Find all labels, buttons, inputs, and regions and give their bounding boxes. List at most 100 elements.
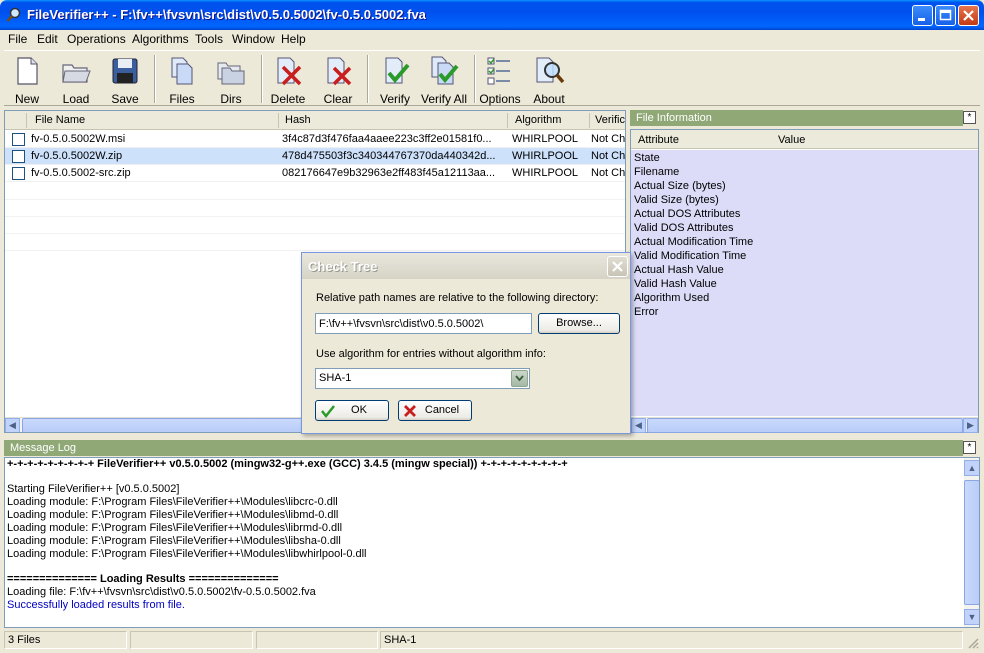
- algorithm-cell: WHIRLPOOL: [512, 133, 579, 145]
- load-button[interactable]: Load: [57, 53, 95, 106]
- toolbar-separator: [261, 55, 263, 103]
- column-algorithm[interactable]: Algorithm: [515, 114, 561, 126]
- attribute-actual-hash: Actual Hash Value: [634, 264, 724, 276]
- file-information-body: State Filename Actual Size (bytes) Valid…: [631, 150, 978, 416]
- scroll-thumb[interactable]: [964, 480, 979, 605]
- column-hash[interactable]: Hash: [285, 114, 311, 126]
- row-checkbox[interactable]: [12, 167, 25, 180]
- row-checkbox[interactable]: [12, 150, 25, 163]
- attribute-algorithm-used: Algorithm Used: [634, 292, 710, 304]
- path-label: Relative path names are relative to the …: [316, 292, 599, 304]
- attribute-filename: Filename: [634, 166, 680, 178]
- menu-file[interactable]: File: [8, 32, 27, 46]
- column-attribute[interactable]: Attribute: [638, 134, 679, 146]
- toolbar-separator: [154, 55, 156, 103]
- floppy-disk-icon: [112, 58, 138, 84]
- menu-tools[interactable]: Tools: [195, 32, 223, 46]
- toolbar-separator: [474, 55, 476, 103]
- table-row[interactable]: fv-0.5.0.5002-src.zip 082176647e9b32963e…: [5, 165, 625, 182]
- verify-check-icon: [385, 57, 410, 84]
- file-name-cell: fv-0.5.0.5002W.zip: [31, 150, 123, 162]
- message-log-vertical-scrollbar[interactable]: ▲ ▼: [964, 458, 979, 627]
- log-line: Loading module: F:\Program Files\FileVer…: [7, 522, 343, 534]
- attribute-valid-hash: Valid Hash Value: [634, 278, 717, 290]
- log-line: Loading module: F:\Program Files\FileVer…: [7, 535, 341, 547]
- column-divider: [507, 113, 508, 128]
- verification-cell: Not Ch: [591, 133, 625, 145]
- about-button[interactable]: About: [528, 53, 570, 106]
- column-verification[interactable]: Verific: [595, 114, 625, 126]
- scroll-left-arrow[interactable]: ◀: [5, 418, 20, 432]
- file-information-pin-button[interactable]: *: [963, 111, 976, 124]
- scroll-up-arrow[interactable]: ▲: [964, 460, 979, 476]
- about-magnifier-icon: [536, 57, 565, 84]
- scroll-left-arrow[interactable]: ◀: [631, 418, 646, 433]
- column-value[interactable]: Value: [778, 134, 805, 146]
- column-divider: [278, 113, 279, 128]
- table-row[interactable]: fv-0.5.0.5002W.zip 478d475503f3c34034476…: [5, 148, 625, 165]
- file-name-cell: fv-0.5.0.5002-src.zip: [31, 167, 131, 179]
- algorithm-cell: WHIRLPOOL: [512, 150, 579, 162]
- resize-grip-icon[interactable]: [966, 636, 979, 649]
- log-line: ============== Loading Results =========…: [7, 573, 279, 585]
- attribute-valid-dos: Valid DOS Attributes: [634, 222, 734, 234]
- message-log-pin-button[interactable]: *: [963, 441, 976, 454]
- column-file-name[interactable]: File Name: [35, 114, 85, 126]
- menu-algorithms[interactable]: Algorithms: [132, 32, 189, 46]
- scroll-down-arrow[interactable]: ▼: [964, 609, 979, 625]
- file-information-caption: File Information: [630, 110, 963, 126]
- attribute-valid-size: Valid Size (bytes): [634, 194, 719, 206]
- column-divider: [589, 113, 590, 128]
- menu-help[interactable]: Help: [281, 32, 306, 46]
- minimize-button[interactable]: [912, 5, 933, 26]
- menu-window[interactable]: Window: [232, 32, 275, 46]
- maximize-button[interactable]: [935, 5, 956, 26]
- cancel-button[interactable]: Cancel: [398, 400, 472, 421]
- dialog-title: Check Tree: [308, 259, 378, 274]
- menu-operations[interactable]: Operations: [67, 32, 126, 46]
- attribute-actual-dos: Actual DOS Attributes: [634, 208, 741, 220]
- files-button[interactable]: Files: [163, 53, 201, 106]
- log-line: Starting FileVerifier++ [v0.5.0.5002]: [7, 483, 180, 495]
- attribute-valid-mtime: Valid Modification Time: [634, 250, 747, 262]
- message-log[interactable]: +-+-+-+-+-+-+-+-+ FileVerifier++ v0.5.0.…: [4, 457, 980, 628]
- toolbar: New Load Save Files Dirs Delete Clear Ve…: [4, 50, 980, 106]
- options-checklist-icon: [487, 57, 510, 85]
- chevron-down-icon: [515, 375, 524, 382]
- scroll-thumb[interactable]: [647, 418, 963, 433]
- table-row[interactable]: fv-0.5.0.5002W.msi 3f4c87d3f476faa4aaee2…: [5, 131, 625, 148]
- path-input[interactable]: [315, 313, 532, 334]
- dirs-button[interactable]: Dirs: [212, 53, 250, 106]
- options-button[interactable]: Options: [479, 53, 521, 106]
- algorithm-cell: WHIRLPOOL: [512, 167, 579, 179]
- delete-button[interactable]: Delete: [268, 53, 308, 106]
- attribute-state: State: [634, 152, 660, 164]
- verification-cell: Not Ch: [591, 167, 625, 179]
- file-information-horizontal-scrollbar[interactable]: ◀ ▶: [631, 417, 978, 433]
- new-button[interactable]: New: [8, 53, 46, 106]
- attribute-actual-mtime: Actual Modification Time: [634, 236, 754, 248]
- browse-button[interactable]: Browse...: [538, 313, 620, 334]
- hash-cell: 082176647e9b32963e2ff483f45a12113aa...: [282, 167, 496, 179]
- check-icon: [321, 405, 335, 419]
- algorithm-select[interactable]: SHA-1: [315, 368, 530, 389]
- verify-button[interactable]: Verify: [375, 53, 415, 106]
- status-file-count: 3 Files: [4, 631, 127, 649]
- scroll-right-arrow[interactable]: ▶: [963, 418, 978, 433]
- dialog-close-button[interactable]: [607, 256, 628, 277]
- clear-button[interactable]: Clear: [318, 53, 358, 106]
- row-checkbox[interactable]: [12, 133, 25, 146]
- log-line: Loading module: F:\Program Files\FileVer…: [7, 509, 339, 521]
- log-line: Loading file: F:\fv++\fvsvn\src\dist\v0.…: [7, 586, 316, 598]
- verify-all-button[interactable]: Verify All: [419, 53, 469, 106]
- grid-line: [5, 250, 625, 251]
- ok-button[interactable]: OK: [315, 400, 389, 421]
- grid-line: [5, 216, 625, 217]
- hash-cell: 3f4c87d3f476faa4aaee223c3ff2e01581f0...: [282, 133, 492, 145]
- dropdown-arrow-button[interactable]: [511, 370, 528, 387]
- status-empty-cell: [130, 631, 253, 649]
- clear-icon: [327, 57, 352, 86]
- close-button[interactable]: [958, 5, 979, 26]
- menu-edit[interactable]: Edit: [37, 32, 58, 46]
- save-button[interactable]: Save: [106, 53, 144, 106]
